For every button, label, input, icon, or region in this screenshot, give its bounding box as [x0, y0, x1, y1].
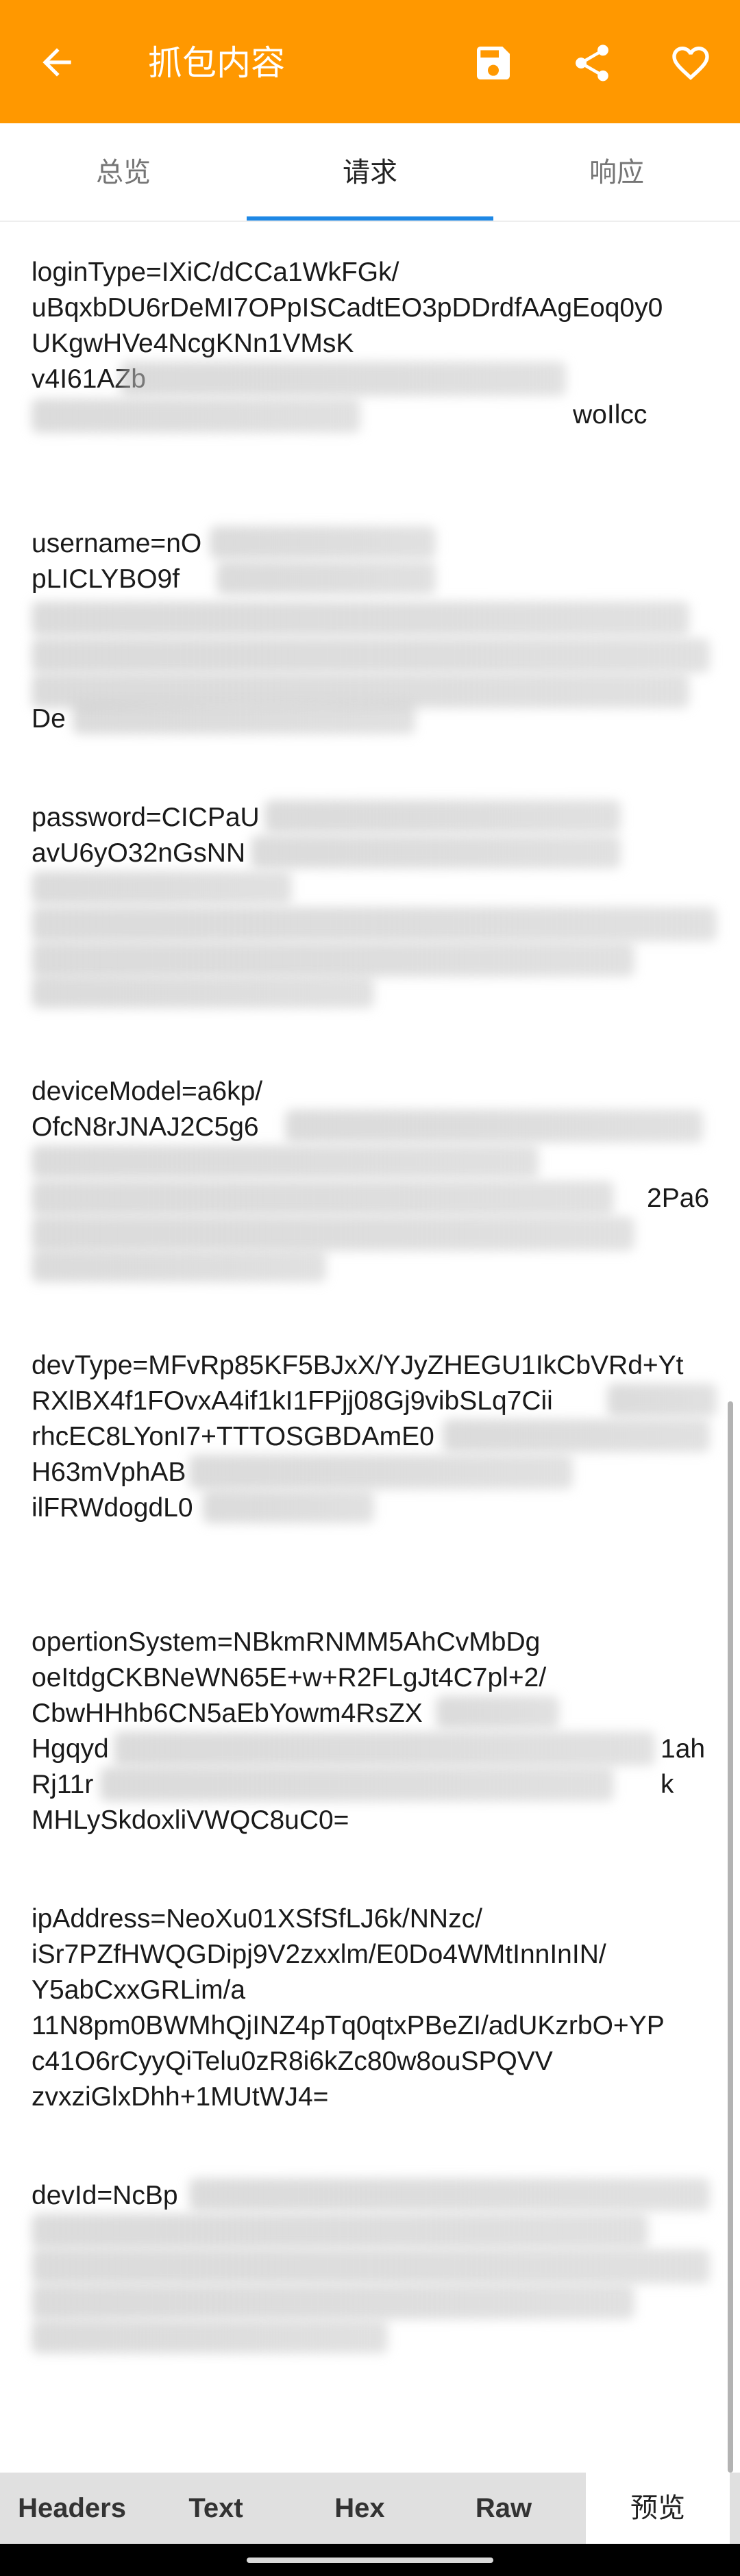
param-line: MHLySkdoxliVWQC8uC0= — [32, 1805, 349, 1835]
redacted-blur — [32, 977, 374, 1008]
param-line: ilFRWdogdL0 — [32, 1493, 193, 1523]
param-device-model: deviceModel=a6kp/ OfcN8rJNAJ2C5g6 2Pa6 — [32, 1074, 717, 1282]
param-tail: De — [32, 704, 66, 734]
param-ip-address: ipAddress=NeoXu01XSfSfLJ6k/NNzc/ iSr7PZf… — [32, 1901, 717, 2115]
tab-bar: 总览 请求 响应 — [0, 123, 740, 222]
app-bar: 抓包内容 — [0, 0, 740, 123]
param-line: oeItdgCKBNeWN65E+w+R2FLgJt4C7pl+2/ — [32, 1663, 547, 1692]
redacted-blur — [32, 601, 689, 636]
redacted-blur — [32, 871, 292, 904]
param-line: zvxziGlxDhh+1MUtWJ4= — [32, 2082, 329, 2112]
redacted-blur — [210, 526, 436, 559]
redacted-blur — [32, 907, 717, 941]
redacted-blur — [32, 2321, 388, 2353]
bottom-tab-hex[interactable]: Hex — [288, 2473, 432, 2544]
redacted-blur — [32, 1145, 539, 1178]
param-operation-system: opertionSystem=NBkmRNMM5AhCvMbDg oeItdgC… — [32, 1625, 717, 1838]
redacted-blur — [32, 942, 634, 977]
param-line: CbwHHhb6CN5aEbYowm4RsZX — [32, 1699, 423, 1728]
param-tail: woIlcc — [573, 400, 648, 429]
redacted-blur — [203, 1490, 374, 1523]
redacted-blur — [121, 362, 566, 396]
save-icon[interactable] — [471, 41, 515, 85]
system-nav-bar — [0, 2544, 740, 2576]
redacted-blur — [443, 1419, 710, 1452]
divider — [0, 221, 740, 222]
redacted-blur — [251, 836, 621, 868]
param-line: deviceModel=a6kp/ — [32, 1077, 263, 1106]
redacted-blur — [32, 1181, 614, 1215]
redacted-blur — [32, 399, 360, 433]
heart-icon[interactable] — [669, 41, 713, 85]
scrollbar[interactable] — [728, 1401, 733, 2473]
redacted-blur — [607, 1384, 717, 1416]
param-password: password=CICPaU avU6yO32nGsNN — [32, 800, 717, 1008]
share-icon[interactable] — [570, 41, 614, 85]
home-gesture-pill[interactable] — [247, 2558, 493, 2563]
param-line: devType=MFvRp85KF5BJxX/YJyZHEGU1IkCbVRd+… — [32, 1351, 684, 1380]
redacted-blur — [73, 703, 415, 734]
redacted-blur — [32, 2214, 648, 2248]
redacted-blur — [32, 1216, 634, 1251]
redacted-blur — [32, 2285, 634, 2319]
tab-request[interactable]: 请求 — [247, 123, 493, 222]
bottom-tab-headers[interactable]: Headers — [0, 2473, 144, 2544]
redacted-blur — [217, 562, 436, 595]
redacted-blur — [32, 2249, 710, 2284]
bottom-tab-preview[interactable]: 预览 — [586, 2473, 730, 2544]
redacted-blur — [285, 1110, 703, 1142]
param-dev-id: devId=NcBp — [32, 2178, 717, 2356]
request-params: loginType=IXiC/dCCa1WkFGk/ uBqxbDU6rDeMI… — [32, 255, 717, 2356]
param-line: c41O6rCyyQiTelu0zR8i6kZc80w8ouSPQVV — [32, 2047, 553, 2076]
bottom-tab-text[interactable]: Text — [144, 2473, 288, 2544]
param-line: ipAddress=NeoXu01XSfSfLJ6k/NNzc/ — [32, 1904, 482, 1934]
param-line: opertionSystem=NBkmRNMM5AhCvMbDg — [32, 1627, 541, 1657]
param-line: 11N8pm0BWMhQjINZ4pTq0qtxPBeZI/adUKzrbO+Y… — [32, 2011, 665, 2040]
param-line: iSr7PZfHWQGDipj9V2zxxlm/E0Do4WMtInnInIN/ — [32, 1940, 606, 1969]
param-login-type: loginType=IXiC/dCCa1WkFGk/ uBqxbDU6rDeMI… — [32, 255, 717, 460]
bottom-tab-bar: Headers Text Hex Raw 预览 — [0, 2473, 740, 2544]
param-line: Y5abCxxGRLim/a — [32, 1975, 246, 2005]
redacted-blur — [264, 800, 621, 833]
redacted-blur — [100, 1767, 614, 1801]
redacted-blur — [189, 1455, 573, 1489]
param-line: UKgwHVe4NcgKNn1VMsK — [32, 329, 354, 358]
redacted-blur — [189, 2178, 710, 2211]
arrow-back-icon[interactable] — [36, 41, 78, 84]
redacted-blur — [32, 638, 710, 673]
param-tail: 1ahk — [661, 1734, 706, 1799]
param-tail: 2Pa6 — [647, 1184, 710, 1213]
param-line: uBqxbDU6rDeMI7OPpISCadtEO3pDDrdfAAgEoq0y… — [32, 293, 663, 323]
redacted-blur — [114, 1731, 655, 1766]
tab-overview[interactable]: 总览 — [0, 123, 247, 222]
redacted-blur — [32, 1251, 326, 1282]
page-title: 抓包内容 — [148, 44, 285, 82]
param-dev-type: devType=MFvRp85KF5BJxX/YJyZHEGU1IkCbVRd+… — [32, 1348, 717, 1526]
param-line: loginType=IXiC/dCCa1WkFGk/ — [32, 258, 399, 287]
redacted-blur — [436, 1696, 559, 1729]
param-username: username=nO pLICLYBO9f De — [32, 526, 717, 734]
tab-response[interactable]: 响应 — [493, 123, 740, 222]
bottom-tab-raw[interactable]: Raw — [432, 2473, 576, 2544]
